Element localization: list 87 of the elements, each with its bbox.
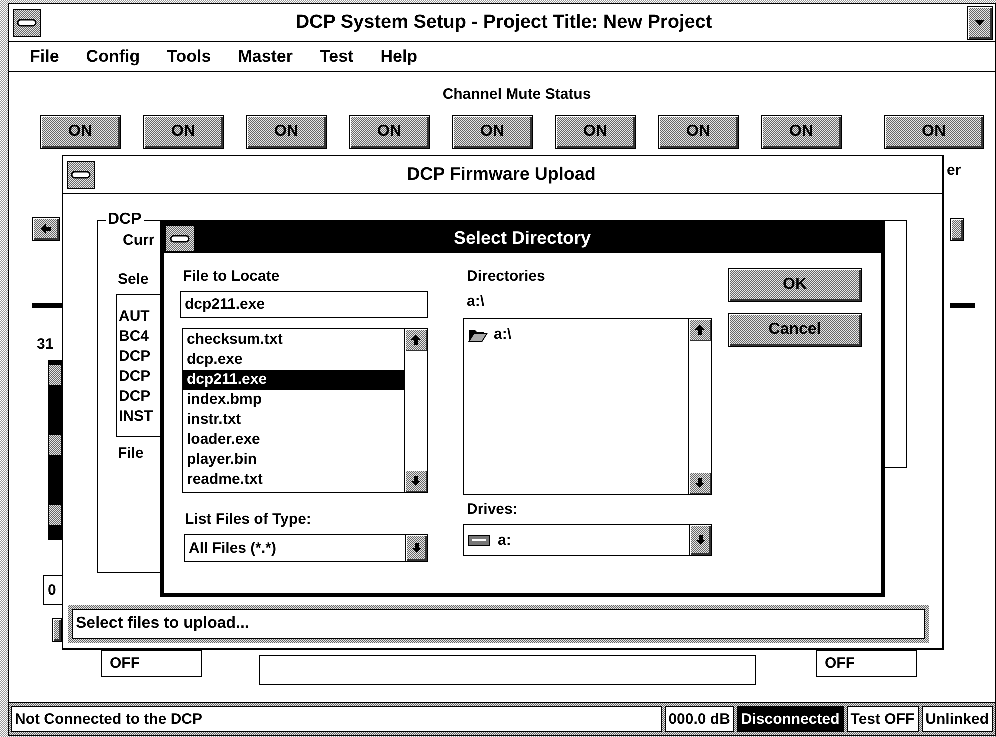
mute-button[interactable]: ON	[555, 115, 636, 149]
dropdown-button[interactable]	[689, 525, 711, 555]
scroll-left-button[interactable]	[32, 217, 60, 241]
mute-button[interactable]: ON	[246, 115, 327, 149]
mute-button[interactable]: ON	[658, 115, 739, 149]
mute-button[interactable]: ON	[452, 115, 533, 149]
bar-icon	[17, 18, 37, 26]
list-item[interactable]: checksum.txt	[183, 330, 404, 350]
folder-icon	[468, 328, 488, 342]
scrollbar[interactable]	[48, 360, 62, 540]
caret-down-icon	[974, 18, 986, 26]
list-item[interactable]: player.bin	[183, 450, 404, 470]
arrow-down-icon	[694, 477, 706, 489]
window-title: DCP Firmware Upload	[406, 164, 597, 185]
input-field[interactable]: dcp211.exe	[180, 291, 428, 318]
menu-item[interactable]: Test	[320, 46, 354, 66]
window-title: DCP System Setup - Project Title: New Project	[294, 12, 714, 34]
arrow-left-icon	[40, 223, 52, 235]
list-item[interactable]: DCP	[119, 347, 161, 367]
label: Sele	[118, 271, 149, 288]
status-field: Test OFF	[846, 706, 919, 732]
list-item[interactable]: loader.exe	[183, 430, 404, 450]
label: Drives:	[467, 501, 518, 518]
list-item[interactable]: BC4	[119, 327, 161, 347]
window-menu-button[interactable]	[67, 160, 95, 188]
menu-item[interactable]: Config	[86, 46, 140, 66]
ok-button[interactable]: OK	[728, 268, 862, 302]
value-box: OFF	[101, 650, 202, 677]
status-field: Disconnected	[737, 706, 844, 732]
status-field: 000.0 dB	[664, 706, 734, 732]
list-item[interactable]: dcp.exe	[183, 350, 404, 370]
menu-item[interactable]: Tools	[167, 46, 212, 66]
dialog-title: Select Directory	[452, 228, 592, 249]
arrow-down-icon	[694, 534, 706, 546]
mute-button[interactable]: ON	[884, 115, 984, 149]
readout: 31	[37, 336, 54, 353]
cancel-button[interactable]: Cancel	[728, 313, 862, 347]
mute-button[interactable]: ON	[40, 115, 121, 149]
dropdown-button[interactable]	[405, 535, 427, 561]
list-item[interactable]: readme.txt	[183, 470, 404, 490]
file-list[interactable]: AUT BC4 DCP DCP DCP INST	[116, 294, 162, 437]
list-item[interactable]: DCP	[119, 367, 161, 387]
arrow-up-icon	[410, 334, 422, 346]
arrow-down-icon	[410, 542, 422, 554]
scroll-right-button[interactable]	[950, 218, 964, 241]
list-item[interactable]: AUT	[119, 307, 161, 327]
label: Directories	[467, 268, 546, 285]
label: er	[947, 162, 962, 179]
status-field: Not Connected to the DCP	[11, 706, 662, 732]
mute-button[interactable]: ON	[143, 115, 224, 149]
scroll-up-button[interactable]	[405, 329, 427, 351]
label: Curr	[123, 232, 155, 249]
dropdown[interactable]: a:	[463, 524, 712, 556]
window-menu-button[interactable]	[13, 8, 41, 36]
menu-item[interactable]: Help	[380, 46, 418, 66]
label: File	[118, 445, 144, 462]
scroll-down-button[interactable]	[689, 472, 711, 494]
minimize-button[interactable]	[967, 6, 993, 40]
scroll-up-button[interactable]	[689, 319, 711, 341]
dropdown[interactable]: All Files (*.*)	[184, 534, 428, 562]
path-label: a:\	[467, 293, 485, 310]
status-field: Unlinked	[922, 706, 993, 732]
label: List Files of Type:	[185, 511, 312, 528]
scroll-down-button[interactable]	[405, 470, 427, 492]
menu-item[interactable]: Master	[238, 46, 294, 66]
section-title: Channel Mute Status	[442, 86, 592, 103]
drive-icon	[468, 534, 490, 546]
label: File to Locate	[183, 268, 280, 285]
arrow-down-icon	[410, 475, 422, 487]
list-item[interactable]: INST	[119, 407, 161, 427]
value-box: OFF	[816, 650, 917, 677]
list-item[interactable]: DCP	[119, 387, 161, 407]
arrow-up-icon	[694, 324, 706, 336]
status-field: Select files to upload...	[72, 609, 925, 639]
window-menu-button[interactable]	[165, 225, 195, 252]
list-item[interactable]: index.bmp	[183, 390, 404, 410]
list-item[interactable]: dcp211.exe	[183, 370, 404, 390]
file-list[interactable]: checksum.txt dcp.exe dcp211.exe index.bmp instr.txt loader.exe player.bin readme.txt	[182, 328, 428, 493]
bar-icon	[170, 234, 190, 242]
list-item[interactable]: a:\	[464, 325, 688, 345]
bar-icon	[71, 170, 91, 178]
scroll-left-button[interactable]	[52, 618, 62, 642]
mute-button[interactable]: ON	[761, 115, 842, 149]
directory-list[interactable]: a:\	[463, 318, 712, 495]
menu-item[interactable]: File	[30, 46, 60, 66]
list-item[interactable]: instr.txt	[183, 410, 404, 430]
mute-button[interactable]: ON	[349, 115, 430, 149]
